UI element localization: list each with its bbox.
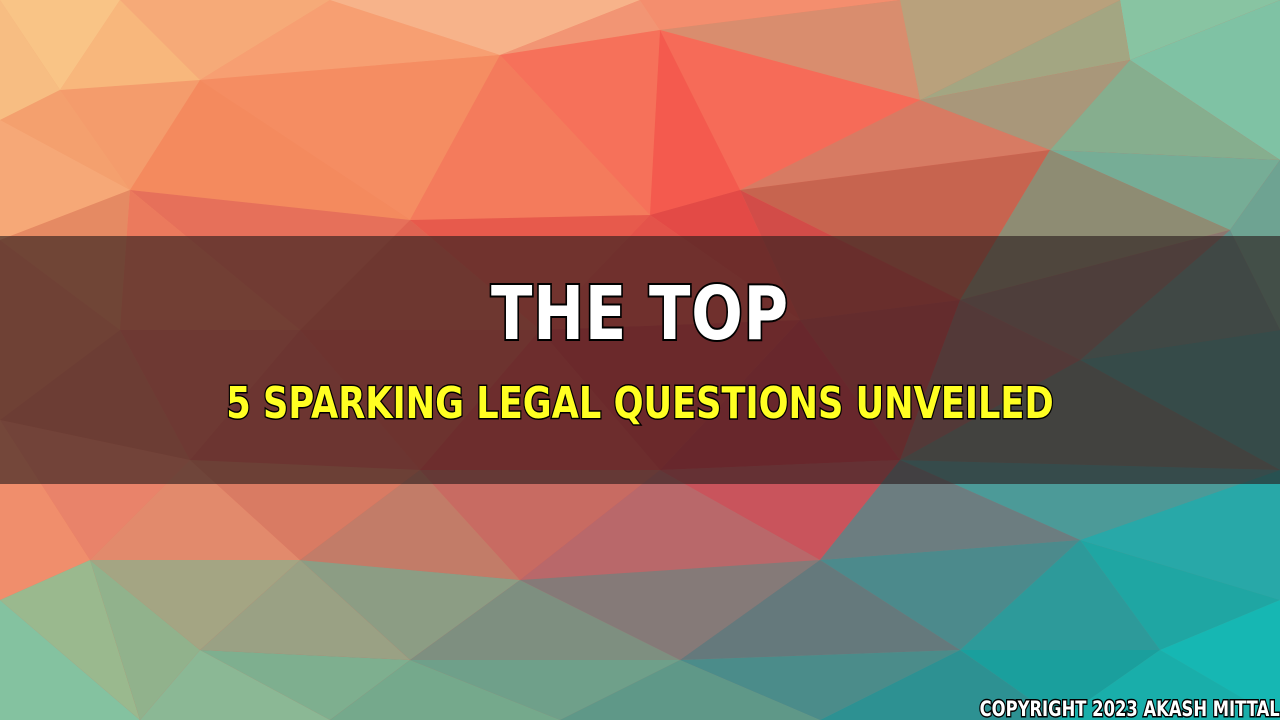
copyright-notice: COPYRIGHT 2023 AKASH MITTAL <box>979 696 1280 720</box>
headline-title: THE TOP <box>489 269 789 359</box>
thumbnail-canvas: THE TOP 5 SPARKING LEGAL QUESTIONS UNVEI… <box>0 0 1280 720</box>
headline-subtitle: 5 SPARKING LEGAL QUESTIONS UNVEILED <box>225 377 1055 431</box>
